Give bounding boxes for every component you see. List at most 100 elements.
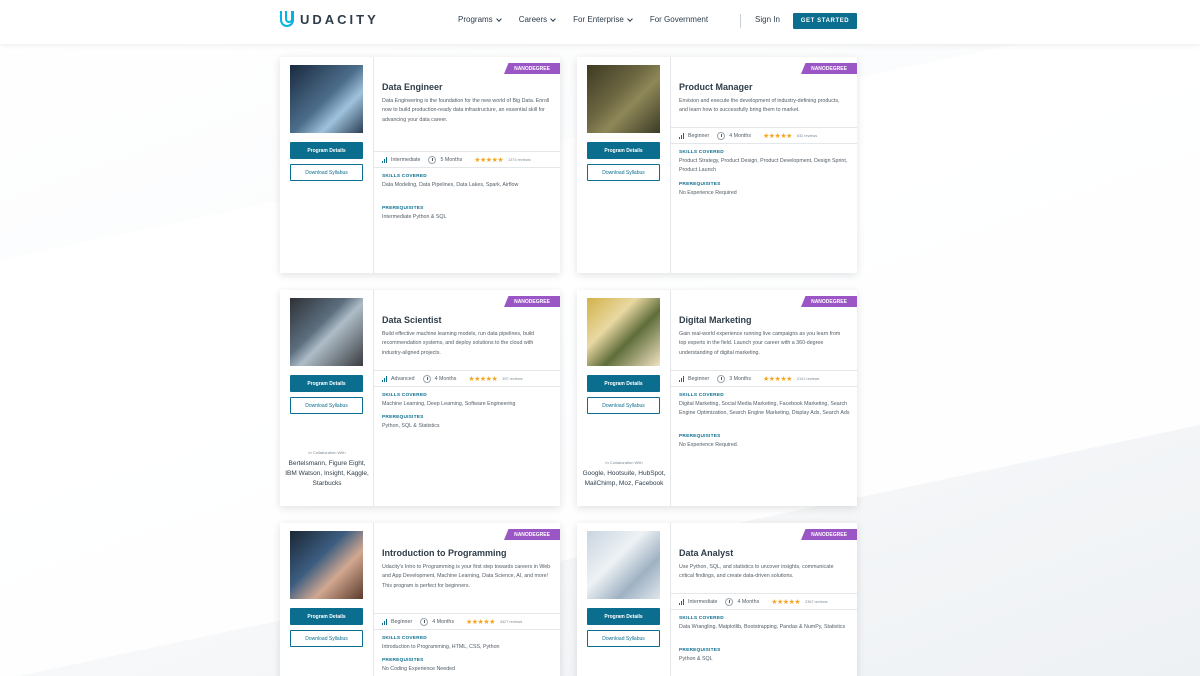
program-card[interactable]: Program Details Download Syllabus NANODE…	[577, 57, 857, 273]
program-details-button[interactable]: Program Details	[587, 608, 660, 625]
nav-careers-label: Careers	[518, 15, 548, 24]
program-card[interactable]: Program Details Download Syllabus In Col…	[280, 57, 560, 273]
skills-covered-label: SKILLS COVERED	[382, 174, 427, 179]
skills-covered-label: SKILLS COVERED	[679, 616, 724, 621]
program-card[interactable]: Program Details Download Syllabus NANODE…	[280, 523, 560, 676]
program-level: Beginner	[688, 375, 710, 382]
program-title[interactable]: Data Analyst	[679, 548, 733, 558]
main-nav: Programs Careers For Enterprise For Gove…	[458, 15, 708, 24]
download-syllabus-button[interactable]: Download Syllabus	[290, 630, 363, 647]
clock-icon	[428, 155, 437, 164]
prerequisites-text: Python & SQL	[679, 655, 713, 662]
review-count[interactable]: 1374 reviews	[508, 158, 530, 162]
collaboration-label: In Collaboration With	[605, 460, 643, 465]
nav-programs-label: Programs	[458, 15, 493, 24]
program-card-media: Program Details Download Syllabus In Col…	[280, 57, 374, 273]
skills-covered-label: SKILLS COVERED	[382, 636, 427, 641]
rating-stars: ★★★★★	[771, 598, 801, 606]
program-meta-row: Advanced 4 Months ★★★★★ 397 reviews	[374, 370, 560, 387]
collaboration-block: In Collaboration With Google, Hootsuite,…	[581, 460, 667, 489]
nanodegree-badge: NANODEGREE	[504, 296, 560, 307]
rating-stars: ★★★★★	[763, 375, 792, 383]
program-description: Data Engineering is the foundation for t…	[382, 98, 550, 123]
get-started-button[interactable]: GET STARTED	[793, 13, 857, 29]
sign-in-link[interactable]: Sign In	[755, 15, 780, 24]
logo-text: UDACITY	[300, 11, 379, 27]
nav-careers[interactable]: Careers	[518, 15, 556, 24]
program-meta-row: Intermediate 5 Months ★★★★★ 1374 reviews	[374, 151, 560, 168]
review-count[interactable]: 632 reviews	[797, 134, 817, 138]
rating-stars: ★★★★★	[468, 375, 498, 383]
program-title[interactable]: Introduction to Programming	[382, 548, 507, 558]
program-details-button[interactable]: Program Details	[587, 375, 660, 392]
program-duration: 4 Months	[737, 598, 760, 605]
program-card[interactable]: Program Details Download Syllabus In Col…	[577, 290, 857, 506]
level-bars-icon	[382, 156, 387, 163]
nav-enterprise-label: For Enterprise	[573, 15, 624, 24]
program-level: Beginner	[688, 132, 710, 139]
program-details-button[interactable]: Program Details	[290, 142, 363, 159]
program-level: Beginner	[391, 618, 413, 625]
skills-covered-text: Digital Marketing, Social Media Marketin…	[679, 401, 850, 417]
level-bars-icon	[679, 598, 684, 605]
prerequisites-text: No Experience Required	[679, 189, 737, 196]
program-card-media: Program Details Download Syllabus	[280, 523, 374, 676]
program-card-body: NANODEGREE Digital Marketing Gain real-w…	[671, 290, 857, 506]
review-count[interactable]: 2367 reviews	[805, 600, 827, 604]
nav-programs[interactable]: Programs	[458, 15, 502, 24]
program-title[interactable]: Data Engineer	[382, 82, 443, 92]
program-title[interactable]: Data Scientist	[382, 315, 442, 325]
program-duration: 4 Months	[432, 618, 454, 625]
program-description: Use Python, SQL, and statistics to uncov…	[679, 564, 834, 580]
nanodegree-badge: NANODEGREE	[801, 296, 857, 307]
prerequisites-label: PREREQUISITES	[382, 415, 424, 421]
program-image[interactable]	[587, 298, 660, 366]
download-syllabus-button[interactable]: Download Syllabus	[587, 630, 660, 647]
chevron-down-icon	[550, 15, 556, 22]
review-count[interactable]: 3427 reviews	[500, 620, 522, 624]
nav-government-label: For Government	[649, 15, 709, 24]
skills-covered-label: SKILLS COVERED	[679, 393, 724, 398]
program-image[interactable]	[587, 531, 660, 599]
download-syllabus-button[interactable]: Download Syllabus	[587, 397, 660, 414]
program-image[interactable]	[290, 65, 363, 133]
download-syllabus-button[interactable]: Download Syllabus	[587, 164, 660, 181]
clock-icon	[717, 131, 726, 140]
prerequisites-label: PREREQUISITES	[679, 434, 721, 440]
prerequisites-text: No Experience Required.	[679, 442, 739, 449]
collaborator-names: Google, Hootsuite, HubSpot, MailChimp, M…	[582, 470, 666, 487]
chevron-down-icon	[626, 15, 633, 22]
program-level: Intermediate	[688, 598, 718, 605]
program-card-media: Program Details Download Syllabus In Col…	[280, 290, 374, 506]
chevron-down-icon	[495, 15, 502, 22]
program-image[interactable]	[290, 298, 363, 366]
program-card[interactable]: Program Details Download Syllabus NANODE…	[577, 523, 857, 676]
program-card-media: Program Details Download Syllabus In Col…	[577, 290, 671, 506]
program-title[interactable]: Digital Marketing	[679, 315, 752, 325]
program-image[interactable]	[290, 531, 363, 599]
level-bars-icon	[382, 618, 387, 625]
program-image[interactable]	[587, 65, 660, 133]
clock-icon	[422, 374, 431, 383]
level-bars-icon	[679, 375, 684, 382]
level-bars-icon	[382, 375, 387, 382]
program-meta-row: Beginner 3 Months ★★★★★ 2101 reviews	[671, 370, 857, 387]
program-card[interactable]: Program Details Download Syllabus In Col…	[280, 290, 560, 506]
prerequisites-text: No Coding Experience Needed	[382, 666, 456, 673]
program-details-button[interactable]: Program Details	[290, 608, 363, 625]
review-count[interactable]: 2101 reviews	[797, 377, 819, 381]
nav-government[interactable]: For Government	[650, 15, 708, 24]
program-details-button[interactable]: Program Details	[587, 142, 660, 159]
nav-enterprise[interactable]: For Enterprise	[573, 15, 633, 24]
program-card-body: NANODEGREE Data Engineer Data Engineerin…	[374, 57, 560, 273]
udacity-logo[interactable]: UDACITY	[280, 11, 379, 27]
download-syllabus-button[interactable]: Download Syllabus	[290, 164, 363, 181]
review-count[interactable]: 397 reviews	[502, 377, 522, 381]
program-title[interactable]: Product Manager	[679, 82, 753, 92]
nanodegree-badge: NANODEGREE	[801, 529, 857, 540]
prerequisites-label: PREREQUISITES	[382, 205, 424, 211]
download-syllabus-button[interactable]: Download Syllabus	[290, 397, 363, 414]
skills-covered-label: SKILLS COVERED	[382, 393, 427, 398]
skills-covered-label: SKILLS COVERED	[679, 150, 724, 155]
program-details-button[interactable]: Program Details	[290, 375, 363, 392]
